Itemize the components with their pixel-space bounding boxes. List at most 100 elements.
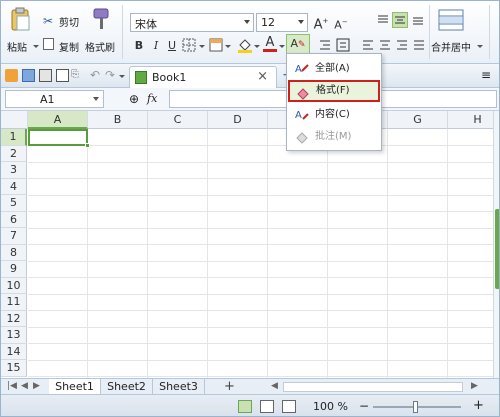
italic-button[interactable]: I (148, 38, 164, 54)
spreadsheet-grid[interactable]: ABCDEFGH 123456789101112131415 (1, 111, 493, 378)
zoom-formula-icon[interactable]: ⊕ (129, 92, 139, 106)
next-sheet-icon[interactable]: ▶ (33, 381, 40, 391)
cell-style-dropdown-icon[interactable] (225, 45, 231, 48)
fill-handle[interactable] (85, 143, 90, 148)
page-break-icon[interactable] (282, 400, 296, 413)
row-header-3[interactable]: 3 (1, 162, 27, 179)
add-sheet-button[interactable]: + (224, 379, 235, 394)
align-top-icon[interactable] (375, 13, 391, 29)
column-header-d[interactable]: D (208, 111, 268, 129)
zoom-in-button[interactable]: + (473, 398, 484, 413)
menu-item-clear-format[interactable]: 格式(F) (288, 80, 380, 102)
fill-color-dropdown-icon[interactable] (254, 45, 260, 48)
row-header-12[interactable]: 12 (1, 310, 27, 327)
export-icon[interactable]: ⎘ (71, 69, 84, 82)
row-header-10[interactable]: 10 (1, 277, 27, 294)
font-size-select[interactable]: 12 (256, 13, 308, 32)
page-layout-icon[interactable] (260, 400, 274, 413)
row-header-5[interactable]: 5 (1, 195, 27, 212)
zoom-slider[interactable] (373, 401, 461, 413)
clear-icon[interactable]: A✎ (286, 34, 310, 54)
menu-item-clear-content[interactable]: A 内容(C) (289, 104, 379, 126)
close-icon[interactable]: × (257, 69, 268, 84)
first-sheet-icon[interactable]: |◀ (7, 381, 17, 391)
paste-dropdown-icon[interactable] (33, 45, 39, 48)
font-color-dropdown-icon[interactable] (279, 45, 285, 48)
cell-style-icon[interactable] (208, 38, 224, 54)
name-box[interactable]: A1 (5, 90, 104, 108)
indent-increase-icon[interactable] (335, 38, 351, 54)
merge-dropdown-icon[interactable] (477, 45, 483, 48)
zoom-slider-knob[interactable] (413, 401, 418, 413)
redo-icon[interactable]: ↷ (105, 69, 118, 82)
paste-button[interactable]: 粘贴 (7, 39, 27, 54)
align-right-icon[interactable] (394, 38, 410, 54)
column-header-a[interactable]: A (28, 111, 88, 129)
row-header-11[interactable]: 11 (1, 294, 27, 311)
menu-item-label: 批注(M) (315, 131, 352, 142)
row-header-14[interactable]: 14 (1, 343, 27, 360)
row-header-2[interactable]: 2 (1, 145, 27, 162)
align-bottom-icon[interactable] (410, 13, 426, 29)
save-icon[interactable] (22, 69, 35, 82)
row-header-7[interactable]: 7 (1, 228, 27, 245)
print-icon[interactable] (39, 69, 52, 82)
grow-font-icon[interactable]: A+ (313, 13, 329, 32)
row-header-13[interactable]: 13 (1, 327, 27, 344)
menu-item-clear-all[interactable]: A 全部(A) (289, 58, 379, 80)
column-header-h[interactable]: H (448, 111, 493, 129)
row-header-6[interactable]: 6 (1, 211, 27, 228)
sheet-tab-sheet3[interactable]: Sheet3 (153, 379, 205, 395)
row-header-9[interactable]: 9 (1, 261, 27, 278)
menu-item-label: 格式(F) (316, 85, 350, 96)
menu-icon[interactable]: ≡ (481, 68, 491, 82)
format-painter-icon[interactable] (91, 7, 113, 31)
cell-reference: A1 (40, 93, 55, 106)
sheet-tab-sheet1[interactable]: Sheet1 (49, 379, 101, 395)
select-all-corner[interactable] (1, 111, 28, 129)
column-header-c[interactable]: C (148, 111, 208, 129)
copy-button[interactable]: 复制 (59, 39, 79, 54)
merge-center-button[interactable]: 合并居中 (431, 39, 471, 54)
shrink-font-icon[interactable]: A− (333, 14, 349, 32)
scroll-right-icon[interactable]: ▶ (471, 381, 478, 391)
justify-icon[interactable] (411, 38, 427, 54)
row-header-8[interactable]: 8 (1, 244, 27, 261)
zoom-out-button[interactable]: − (359, 399, 369, 413)
align-center-icon[interactable] (377, 38, 393, 54)
horizontal-scrollbar[interactable] (283, 382, 463, 392)
row-header-1[interactable]: 1 (1, 129, 27, 146)
row-header-15[interactable]: 15 (1, 360, 27, 377)
format-painter-button[interactable]: 格式刷 (85, 39, 115, 54)
font-color-icon[interactable]: A (262, 35, 278, 52)
function-icon[interactable]: fx (147, 92, 157, 105)
align-middle-icon[interactable] (392, 12, 408, 28)
row-header-4[interactable]: 4 (1, 178, 27, 195)
quick-access-dropdown-icon[interactable] (119, 75, 125, 78)
column-header-g[interactable]: G (388, 111, 448, 129)
undo-icon[interactable]: ↶ (90, 69, 103, 82)
underline-button[interactable]: U (164, 38, 180, 54)
active-cell-a1[interactable] (28, 129, 90, 148)
font-size-value: 12 (261, 16, 275, 29)
tab-book1[interactable]: Book1 × (129, 66, 277, 88)
sheet-tab-sheet2[interactable]: Sheet2 (101, 379, 153, 395)
scrollbar-thumb[interactable] (495, 209, 499, 289)
border-icon[interactable] (181, 38, 197, 54)
print-preview-icon[interactable] (56, 69, 69, 82)
normal-view-icon[interactable] (238, 400, 252, 413)
border-dropdown-icon[interactable] (199, 45, 205, 48)
font-name-select[interactable]: 宋体 (130, 13, 254, 32)
cut-button[interactable]: 剪切 (59, 14, 79, 29)
prev-sheet-icon[interactable]: ◀ (21, 381, 28, 391)
scroll-left-icon[interactable]: ◀ (271, 381, 278, 391)
merge-center-icon[interactable] (438, 9, 464, 31)
paste-icon[interactable] (9, 6, 33, 32)
align-left-icon[interactable] (360, 38, 376, 54)
column-header-b[interactable]: B (88, 111, 148, 129)
vertical-scrollbar[interactable] (493, 111, 499, 378)
wps-logo-icon[interactable] (5, 69, 18, 82)
fill-color-icon[interactable] (237, 37, 253, 53)
indent-decrease-icon[interactable] (317, 38, 333, 54)
bold-button[interactable]: B (131, 38, 147, 54)
